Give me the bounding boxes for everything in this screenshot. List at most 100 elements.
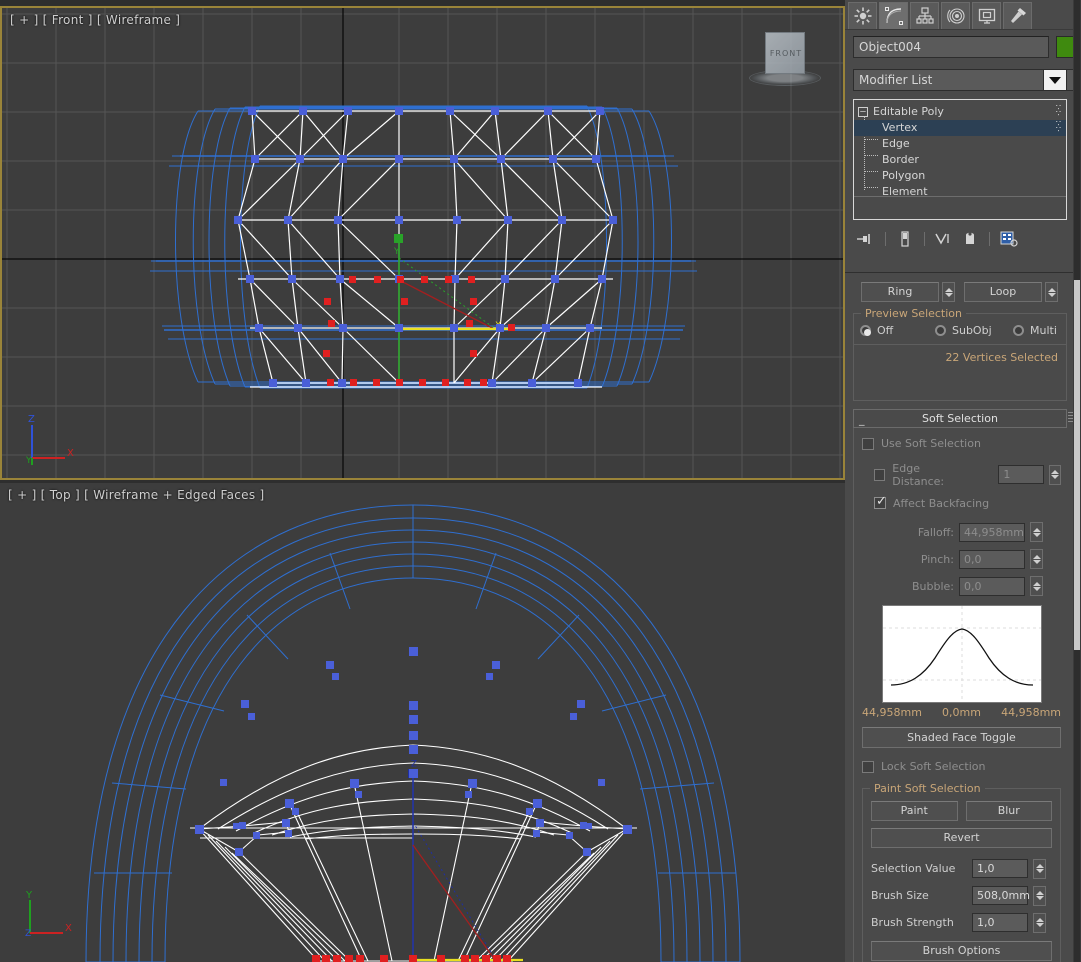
motion-rings-icon bbox=[947, 7, 965, 25]
radio-dot-icon bbox=[1013, 325, 1024, 336]
loop-button[interactable]: Loop bbox=[964, 282, 1042, 302]
ring-spinner[interactable] bbox=[942, 282, 955, 302]
stack-subobject-element[interactable]: Element bbox=[854, 184, 1066, 200]
edge-distance-input[interactable]: 1 bbox=[998, 465, 1043, 484]
modify-arc-icon bbox=[885, 7, 903, 25]
viewport-front-canvas: X Y bbox=[2, 8, 843, 478]
hierarchy-icon bbox=[916, 7, 934, 25]
collapse-minus-icon[interactable]: – bbox=[858, 107, 868, 117]
modifier-list-dropdown[interactable]: Modifier List bbox=[853, 69, 1075, 91]
stack-item-editable-poly[interactable]: –Editable Poly ∵∵ bbox=[854, 104, 1066, 120]
soft-selection-falloff-graph bbox=[882, 605, 1042, 703]
scrollbar-thumb[interactable] bbox=[1074, 280, 1080, 650]
stack-dots-icon: ∵∵ bbox=[1056, 105, 1062, 117]
brush-options-button[interactable]: Brush Options bbox=[871, 941, 1052, 961]
tab-create[interactable] bbox=[848, 2, 877, 29]
viewport-top-label: [ + ] [ Top ] [ Wireframe + Edged Faces … bbox=[8, 488, 264, 502]
revert-button[interactable]: Revert bbox=[871, 828, 1052, 848]
configure-modifier-sets-icon[interactable] bbox=[996, 229, 1022, 249]
bubble-label: Bubble: bbox=[862, 580, 954, 593]
checkbox-icon bbox=[874, 469, 885, 481]
svg-text:Z: Z bbox=[28, 414, 35, 425]
scrollbar-track-bottom[interactable] bbox=[1074, 650, 1080, 962]
falloff-axis-center: 0,0mm bbox=[942, 706, 981, 719]
soft-selection-title: Soft Selection bbox=[922, 412, 998, 425]
tab-display[interactable] bbox=[972, 2, 1001, 29]
svg-text:Y: Y bbox=[25, 890, 33, 901]
viewport-top[interactable]: Z bbox=[0, 483, 845, 962]
stack-subobject-label: Polygon bbox=[882, 169, 925, 182]
modifier-stack[interactable]: –Editable Poly ∵∵ Vertex ∵∵ Edge Border … bbox=[853, 99, 1067, 220]
affect-backfacing-checkbox[interactable]: ✓ Affect Backfacing bbox=[874, 497, 989, 510]
show-end-result-icon[interactable] bbox=[892, 229, 918, 249]
checkbox-icon: ✓ bbox=[874, 497, 886, 509]
tab-hierarchy[interactable] bbox=[910, 2, 939, 29]
paint-soft-selection-group: Paint Soft Selection Paint Blur Revert S… bbox=[862, 788, 1061, 962]
svg-text:X: X bbox=[67, 448, 74, 459]
axis-tripod-top: Y X Z bbox=[18, 888, 78, 954]
brush-strength-input[interactable]: 1,0 bbox=[972, 913, 1028, 932]
svg-text:Z: Z bbox=[411, 757, 417, 767]
tab-utilities[interactable] bbox=[1003, 2, 1032, 29]
chevron-down-icon[interactable] bbox=[1043, 69, 1067, 91]
bubble-spinner[interactable] bbox=[1030, 576, 1043, 596]
stack-subobject-label: Edge bbox=[882, 137, 910, 150]
command-panel-scrollbar[interactable] bbox=[1073, 0, 1081, 962]
pinch-input[interactable]: 0,0 bbox=[959, 550, 1025, 569]
tab-modify[interactable] bbox=[879, 2, 908, 29]
remove-modifier-icon[interactable] bbox=[957, 229, 983, 249]
axis-tripod-front: Z X Y bbox=[20, 413, 80, 478]
view-cube-front[interactable]: FRONT bbox=[747, 30, 825, 90]
soft-selection-rollout-header[interactable]: _ Soft Selection bbox=[853, 409, 1067, 428]
falloff-axis-left: 44,958mm bbox=[862, 706, 922, 719]
rollout-collapse-icon[interactable]: _ bbox=[859, 411, 865, 428]
ring-button[interactable]: Ring bbox=[861, 282, 939, 302]
stack-subobject-vertex[interactable]: Vertex ∵∵ bbox=[854, 120, 1066, 136]
object-name-field[interactable]: Object004 bbox=[853, 36, 1049, 58]
rollout-scroll-area[interactable]: Ring Loop Preview Selection Off bbox=[845, 272, 1073, 962]
edge-distance-spinner[interactable] bbox=[1049, 465, 1061, 485]
stack-subobject-edge[interactable]: Edge bbox=[854, 136, 1066, 152]
bubble-input[interactable]: 0,0 bbox=[959, 577, 1025, 596]
selection-value-spinner[interactable] bbox=[1033, 859, 1046, 879]
create-star-icon bbox=[854, 7, 872, 25]
viewport-container: X Y bbox=[0, 0, 845, 962]
falloff-spinner[interactable] bbox=[1030, 522, 1043, 542]
viewport-front-label: [ + ] [ Front ] [ Wireframe ] bbox=[10, 13, 180, 27]
display-monitor-icon bbox=[978, 7, 996, 25]
radio-preview-multi[interactable]: Multi bbox=[1013, 324, 1057, 337]
view-cube-box[interactable]: FRONT bbox=[765, 32, 805, 74]
stack-dots-icon-2: ∵∵ bbox=[1056, 121, 1062, 133]
brush-strength-spinner[interactable] bbox=[1033, 913, 1046, 933]
modifier-stack-toolbar bbox=[853, 226, 1065, 252]
radio-preview-off[interactable]: Off bbox=[860, 324, 935, 337]
scrollbar-track-top[interactable] bbox=[1074, 0, 1080, 280]
paint-soft-selection-label: Paint Soft Selection bbox=[870, 782, 985, 795]
shaded-face-toggle-button[interactable]: Shaded Face Toggle bbox=[862, 727, 1061, 748]
edge-distance-checkbox[interactable]: Edge Distance: bbox=[874, 462, 969, 488]
stack-subobject-polygon[interactable]: Polygon bbox=[854, 168, 1066, 184]
checkbox-icon bbox=[862, 438, 874, 450]
object-name-row: Object004 bbox=[853, 36, 1067, 62]
pin-stack-icon[interactable] bbox=[853, 229, 879, 249]
viewport-front[interactable]: X Y bbox=[0, 6, 845, 480]
blur-button[interactable]: Blur bbox=[966, 801, 1053, 821]
view-cube-label: FRONT bbox=[766, 49, 806, 58]
checkbox-label: Lock Soft Selection bbox=[881, 760, 985, 773]
stack-subobject-border[interactable]: Border bbox=[854, 152, 1066, 168]
loop-spinner[interactable] bbox=[1045, 282, 1058, 302]
radio-dot-icon bbox=[860, 325, 871, 336]
pinch-spinner[interactable] bbox=[1030, 549, 1043, 569]
selection-rollout: Ring Loop Preview Selection Off bbox=[853, 282, 1067, 401]
use-soft-selection-checkbox[interactable]: Use Soft Selection bbox=[862, 437, 981, 450]
brush-size-input[interactable]: 508,0mm bbox=[972, 886, 1028, 905]
radio-preview-subobj[interactable]: SubObj bbox=[935, 324, 1013, 337]
falloff-input[interactable]: 44,958mm bbox=[959, 523, 1025, 542]
brush-size-spinner[interactable] bbox=[1033, 886, 1046, 906]
brush-size-label: Brush Size bbox=[871, 889, 967, 902]
paint-button[interactable]: Paint bbox=[871, 801, 958, 821]
lock-soft-selection-checkbox[interactable]: Lock Soft Selection bbox=[862, 760, 985, 773]
tab-motion[interactable] bbox=[941, 2, 970, 29]
selection-value-input[interactable]: 1,0 bbox=[972, 859, 1028, 878]
make-unique-icon[interactable] bbox=[931, 229, 957, 249]
